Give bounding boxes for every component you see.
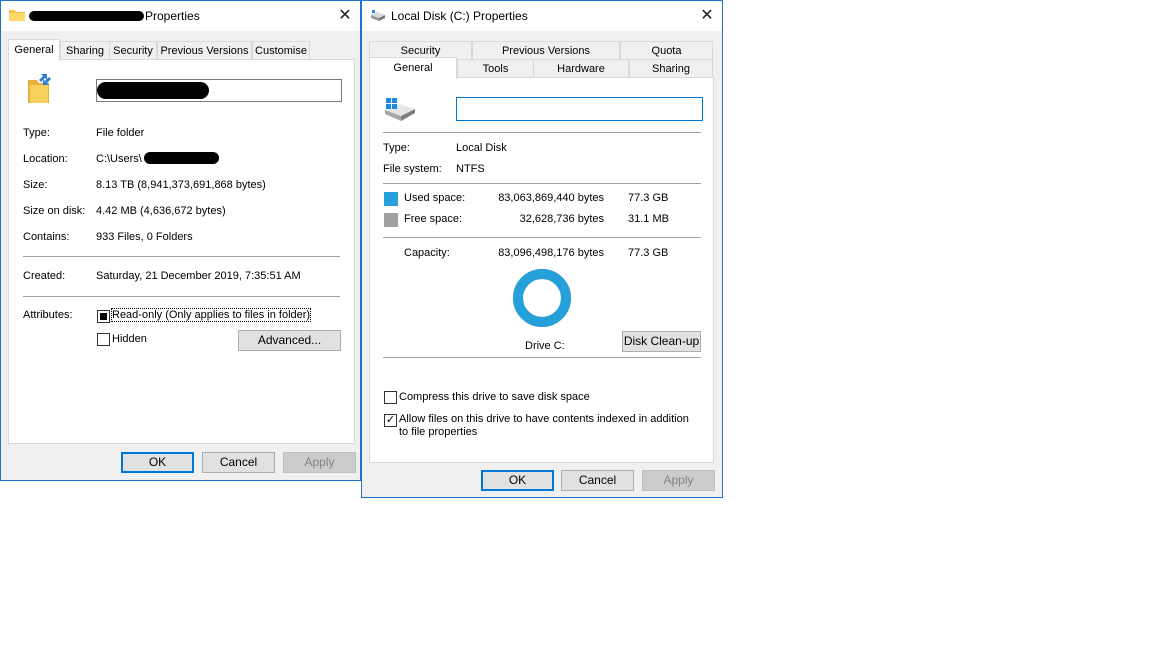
type-value: File folder	[96, 127, 145, 139]
size-on-disk-label: Size on disk:	[23, 205, 86, 217]
hidden-checkbox[interactable]	[97, 333, 110, 346]
readonly-checkbox[interactable]	[97, 310, 110, 323]
index-label[interactable]: Allow files on this drive to have conten…	[399, 413, 699, 439]
used-space-label: Used space:	[404, 192, 466, 204]
title-bar: Properties ✕	[1, 1, 360, 31]
folder-icon	[26, 72, 56, 104]
drive-icon	[384, 98, 416, 122]
folder-icon	[9, 9, 25, 21]
free-space-bytes: 32,628,736 bytes	[519, 213, 604, 225]
tab-sharing[interactable]: Sharing	[60, 41, 110, 60]
redacted-name-scribble	[29, 11, 144, 21]
tab-security[interactable]: Security	[109, 41, 157, 60]
hidden-label[interactable]: Hidden	[112, 333, 147, 345]
ok-button[interactable]: OK	[121, 452, 194, 473]
ok-button[interactable]: OK	[481, 470, 554, 491]
close-button[interactable]: ✕	[692, 1, 722, 31]
type-value: Local Disk	[456, 142, 507, 154]
type-label: Type:	[23, 127, 50, 139]
drive-label: Drive C:	[525, 340, 565, 352]
tab-general[interactable]: General	[369, 57, 457, 79]
tab-general[interactable]: General	[8, 39, 60, 61]
tab-hardware[interactable]: Hardware	[533, 59, 629, 78]
location-label: Location:	[23, 153, 68, 165]
used-space-arc	[513, 269, 571, 327]
location-value: C:\Users\	[96, 153, 142, 165]
free-space-swatch	[384, 213, 398, 227]
divider	[383, 183, 701, 184]
redacted-folder-name-scribble	[97, 82, 209, 99]
free-space-label: Free space:	[404, 213, 463, 225]
capacity-label: Capacity:	[404, 247, 450, 259]
disk-properties-window: Local Disk (C:) Properties ✕ Security Pre…	[361, 0, 723, 498]
title-bar: Local Disk (C:) Properties ✕	[362, 1, 722, 31]
file-system-label: File system:	[383, 163, 442, 175]
used-space-bytes: 83,063,869,440 bytes	[498, 192, 604, 204]
contains-value: 933 Files, 0 Folders	[96, 231, 193, 243]
general-panel: Type: Local Disk File system: NTFS Used …	[369, 77, 714, 463]
divider	[383, 132, 701, 133]
drive-label-input[interactable]	[456, 97, 703, 121]
indeterminate-mark	[100, 313, 107, 320]
cancel-button[interactable]: Cancel	[561, 470, 634, 491]
tab-quota[interactable]: Quota	[620, 41, 713, 60]
capacity-bytes: 83,096,498,176 bytes	[498, 247, 604, 259]
attributes-label: Attributes:	[23, 309, 73, 321]
divider	[383, 237, 701, 238]
created-value: Saturday, 21 December 2019, 7:35:51 AM	[96, 270, 301, 282]
tab-sharing[interactable]: Sharing	[629, 59, 713, 78]
created-label: Created:	[23, 270, 66, 282]
type-label: Type:	[383, 142, 410, 154]
window-title: Properties	[145, 9, 200, 23]
contains-label: Contains:	[23, 231, 70, 243]
tab-tools[interactable]: Tools	[457, 59, 534, 78]
divider	[23, 296, 340, 297]
drive-icon	[370, 10, 386, 22]
used-space-swatch	[384, 192, 398, 206]
redacted-user-scribble	[144, 152, 219, 164]
readonly-label[interactable]: Read-only (Only applies to files in fold…	[110, 308, 312, 322]
index-checkbox[interactable]: ✓	[384, 414, 397, 427]
cancel-button[interactable]: Cancel	[202, 452, 275, 473]
size-label: Size:	[23, 179, 48, 191]
compress-label[interactable]: Compress this drive to save disk space	[399, 391, 590, 403]
window-title: Local Disk (C:) Properties	[391, 9, 528, 23]
used-space-gb: 77.3 GB	[628, 192, 669, 204]
divider	[383, 357, 701, 358]
tab-customise[interactable]: Customise	[252, 41, 310, 60]
divider	[23, 256, 340, 257]
size-value: 8.13 TB (8,941,373,691,868 bytes)	[96, 179, 266, 191]
apply-button[interactable]: Apply	[283, 452, 356, 473]
tab-previous-versions[interactable]: Previous Versions	[472, 41, 620, 60]
tab-previous-versions[interactable]: Previous Versions	[157, 41, 252, 60]
compress-checkbox[interactable]	[384, 391, 397, 404]
file-system-value: NTFS	[456, 163, 485, 175]
close-button[interactable]: ✕	[330, 1, 360, 31]
apply-button[interactable]: Apply	[642, 470, 715, 491]
disk-cleanup-button[interactable]: Disk Clean-up	[622, 331, 701, 352]
capacity-gb: 77.3 GB	[628, 247, 669, 259]
free-space-gb: 31.1 MB	[628, 213, 669, 225]
size-on-disk-value: 4.42 MB (4,636,672 bytes)	[96, 205, 226, 217]
disk-usage-donut	[513, 269, 571, 327]
general-panel: Type: File folder Location: C:\Users\ Si…	[8, 59, 355, 444]
folder-properties-window: Properties ✕ General Sharing Security Previ…	[0, 0, 361, 481]
advanced-button[interactable]: Advanced...	[238, 330, 341, 351]
